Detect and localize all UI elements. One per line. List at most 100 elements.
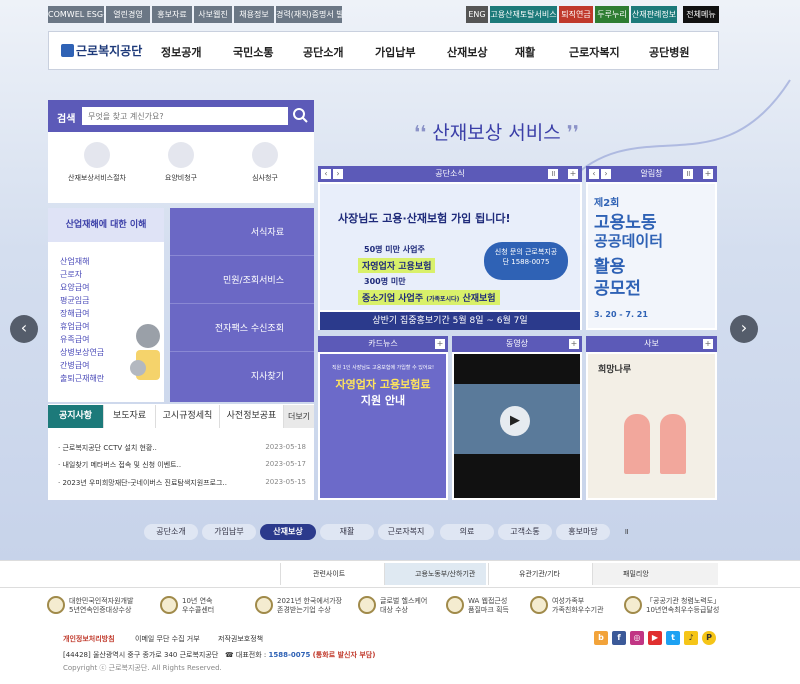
related-sites-select[interactable]: 관련사이트 [280,563,382,585]
gnb-item-about[interactable]: 공단소개 [303,44,343,60]
tab-notice[interactable]: 공지사항 [48,405,104,428]
tab-prior-info[interactable]: 사전정보공표 [220,405,284,428]
quick-review-label[interactable]: 심사청구 [232,173,298,183]
link-disability-benefit[interactable]: 장해급여 [60,308,89,319]
quick-process-icon[interactable] [84,142,110,168]
related-orgs-select[interactable]: 유관기관/기타 [488,563,590,585]
instagram-icon[interactable]: ◎ [630,631,644,645]
related-ministry-select[interactable]: 고용노동부/산하기관 [384,563,486,585]
video-more-button[interactable]: + [569,339,579,349]
link-worker[interactable]: 근로자 [60,269,82,280]
tab-press[interactable]: 보도자료 [104,405,156,428]
pill-about[interactable]: 공단소개 [144,524,198,540]
pill-pause-icon[interactable]: ॥ [624,527,634,537]
kakao-icon[interactable]: ♪ [684,631,698,645]
pill-welfare[interactable]: 근로자복지 [378,524,434,540]
pill-join[interactable]: 가입납부 [202,524,256,540]
util-esg-link[interactable]: COMWEL ESG경영 [48,6,104,23]
link-commute-accident[interactable]: 출퇴근재해란 [60,373,104,384]
carousel-prev-button[interactable]: ‹ [10,315,38,343]
quick-review-icon[interactable] [252,142,278,168]
all-menu-button[interactable]: 전체메뉴 [683,6,719,23]
link-leave-benefit[interactable]: 휴업급여 [60,321,89,332]
twitter-icon[interactable]: t [666,631,680,645]
notice-prev-button[interactable]: ‹ [589,169,599,179]
util-pension-link[interactable]: 퇴직연금 [559,6,593,23]
gnb-item-rehab[interactable]: 재활 [515,44,535,60]
link-nursing-benefit[interactable]: 간병급여 [60,360,89,371]
news-next-button[interactable]: › [333,169,343,179]
notice-more-button[interactable]: + [703,169,713,179]
quick-care-claim-icon[interactable] [168,142,194,168]
quick-care-claim-label[interactable]: 요양비청구 [148,173,214,183]
pill-customer[interactable]: 고객소통 [498,524,552,540]
util-career-cert-link[interactable]: 경력(재직)증명서 발급 [276,6,342,23]
quick-process-label[interactable]: 산재보상서비스절차 [62,173,132,183]
more-link[interactable]: 더보기 [284,405,314,428]
news-panel-title: 공단소식 [435,169,465,178]
link-industrial-accident[interactable]: 산업재해 [60,256,89,267]
banner-item-b: 자영업자 고용보험 [358,258,436,273]
link-survivor-benefit[interactable]: 유족급여 [60,334,89,345]
util-webzine-link[interactable]: 사보웹진 [194,6,232,23]
search-input[interactable] [82,107,288,125]
util-case-info-link[interactable]: 산재판례정보 [631,6,677,23]
magazine-more-button[interactable]: + [703,339,713,349]
news-more-button[interactable]: + [568,169,578,179]
gnb-item-communication[interactable]: 국민소통 [233,44,273,60]
banner-item-e: 산재보험 [462,294,496,304]
notice-round: 제2회 [594,198,620,209]
video-header: 동영상 [452,336,582,352]
related-family-select[interactable]: 패밀리앙 [592,563,718,585]
magazine-cover[interactable] [588,354,715,498]
gnb-item-compensation[interactable]: 산재보상 [447,44,487,60]
news-prev-button[interactable]: ‹ [321,169,331,179]
efax-button[interactable]: 전자팩스 수신조회 [170,304,314,352]
news-row[interactable]: · 근로복지공단 CCTV 설치 현황.. 2023-05-18 [58,443,306,453]
link-care-benefit[interactable]: 요양급여 [60,282,89,293]
card-news-more-button[interactable]: + [435,339,445,349]
facebook-icon[interactable]: f [612,631,626,645]
brand-logo[interactable]: 근로복지공단 [61,42,142,59]
email-refuse-link[interactable]: 이메일 무단 수집 거부 [135,634,200,644]
notice-pause-button[interactable]: ॥ [683,169,693,179]
award-family: 여성가족부 가족친화우수기관 [530,596,618,615]
banner-period: 상반기 집중홍보기간 5월 8일 ~ 6월 7일 [320,312,580,330]
news-row[interactable]: · 내일찾기 메타버스 접속 및 신청 이벤트.. 2023-05-17 [58,460,306,470]
service-title: ❛❛ 산재보상 서비스 ❜❜ [414,118,579,145]
tab-regulations[interactable]: 고시규정세칙 [156,405,220,428]
search-button[interactable] [290,107,310,125]
link-avg-wage[interactable]: 평균임금 [60,295,89,306]
brand-name: 근로복지공단 [76,44,143,58]
util-recruit-link[interactable]: 채용정보 [234,6,274,23]
civil-service-label: 민원/조회서비스 [223,276,284,286]
gnb-item-join[interactable]: 가입납부 [375,44,415,60]
privacy-link[interactable]: 개인정보처리방침 [63,634,115,644]
forms-button[interactable]: 서식자료 [170,208,314,256]
award-ksqi-icon [160,596,178,614]
youtube-icon[interactable]: ▶ [648,631,662,645]
util-pr-link[interactable]: 홍보자료 [152,6,192,23]
news-row[interactable]: · 2023년 우미희망재단-굿네이버스 진료탐색지원프로그.. 2023-05-… [58,478,306,488]
gnb-item-hospital[interactable]: 공단병원 [649,44,689,60]
pill-medical[interactable]: 의료 [440,524,494,540]
notice-next-button[interactable]: › [601,169,611,179]
blog-icon[interactable]: b [594,631,608,645]
play-icon[interactable]: ▶ [500,406,530,436]
pill-compensation[interactable]: 산재보상 [260,524,316,540]
gnb-item-info[interactable]: 정보공개 [161,44,201,60]
gnb-item-welfare[interactable]: 근로자복지 [569,44,620,60]
link-injury-pension[interactable]: 상병보상연금 [60,347,104,358]
carousel-next-button[interactable]: › [730,315,758,343]
pill-rehab[interactable]: 재활 [320,524,374,540]
util-open-mgmt-link[interactable]: 열린경영 [106,6,150,23]
podcast-icon[interactable]: P [702,631,716,645]
util-total-service-link[interactable]: 고용산재토탈서비스 [490,6,557,23]
civil-service-button[interactable]: 민원/조회서비스 [170,256,314,304]
branch-finder-button[interactable]: 지사찾기 [170,352,314,402]
util-durunuri-link[interactable]: 두루누리 [595,6,629,23]
news-pause-button[interactable]: ॥ [548,169,558,179]
pill-pr[interactable]: 홍보마당 [556,524,610,540]
copyright-policy-link[interactable]: 저작권보호정책 [218,634,263,644]
util-eng-link[interactable]: ENG [466,6,488,23]
